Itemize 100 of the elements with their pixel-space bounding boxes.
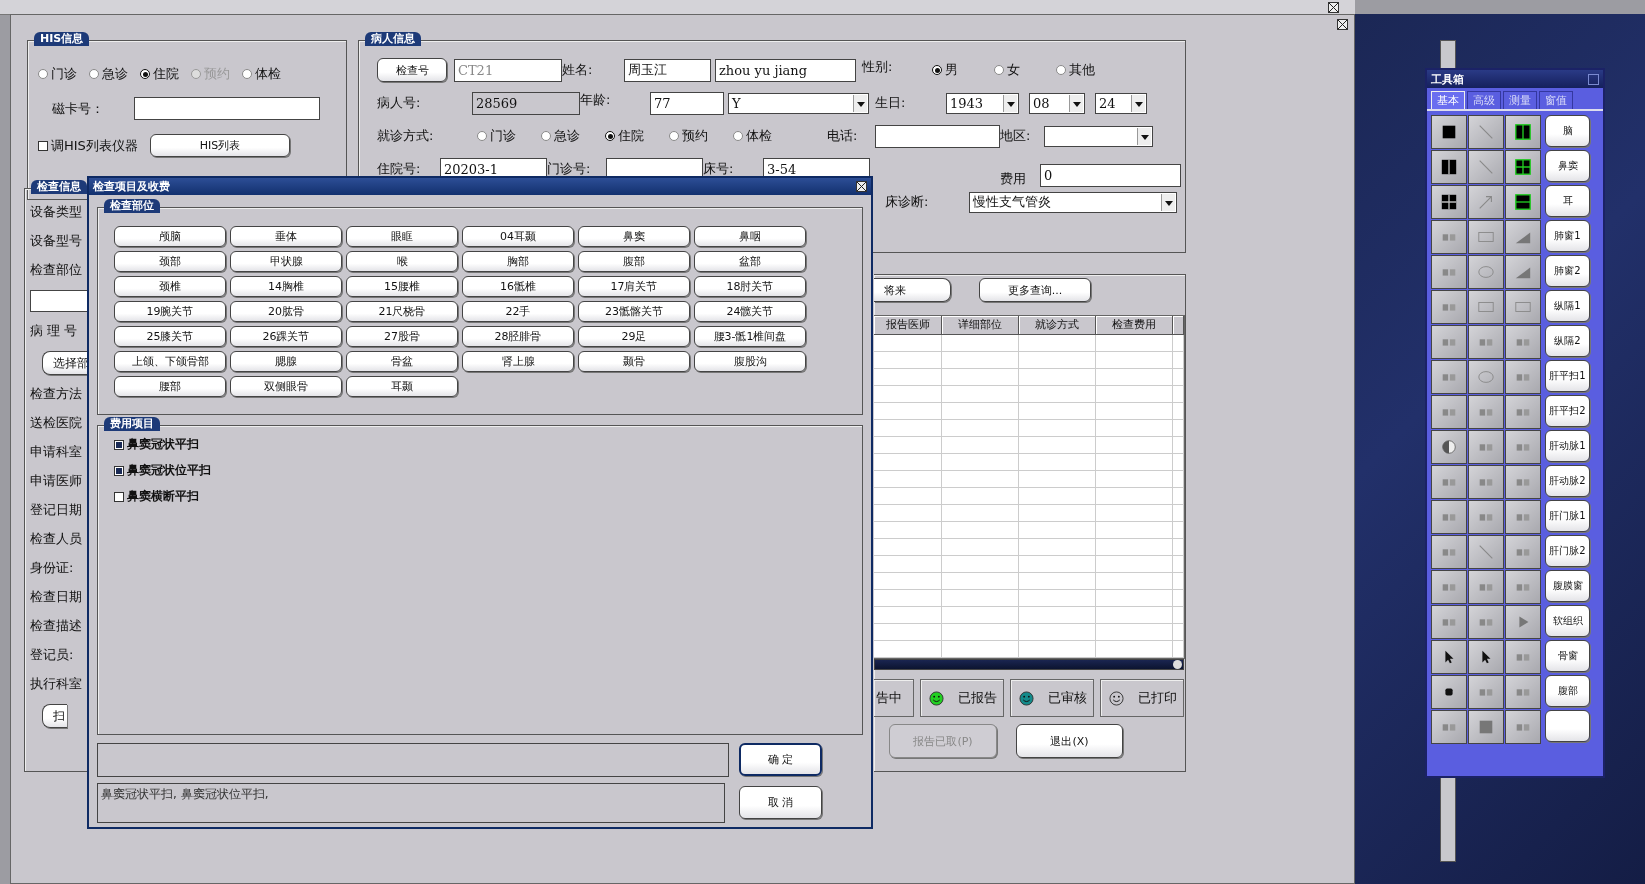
body-part-button[interactable]: 腹股沟 <box>694 351 806 372</box>
close-icon[interactable] <box>1337 19 1348 30</box>
tool-button[interactable] <box>1468 325 1504 359</box>
region-dropdown[interactable] <box>1044 125 1153 147</box>
body-part-button[interactable]: 25膝关节 <box>114 326 226 347</box>
body-part-button[interactable]: 27股骨 <box>346 326 458 347</box>
checkbox[interactable] <box>114 491 124 502</box>
body-part-button[interactable]: 眼眶 <box>346 226 458 247</box>
tool-button[interactable] <box>1468 500 1504 534</box>
column-header[interactable]: 详细部位 <box>942 316 1019 334</box>
diagnosis-dropdown[interactable]: 慢性支气管炎 <box>969 191 1177 213</box>
preset-button[interactable]: 肺窗2 <box>1545 255 1590 287</box>
month-dropdown[interactable]: 08 <box>1029 92 1085 114</box>
body-part-button[interactable]: 颞骨 <box>578 351 690 372</box>
body-part-button[interactable]: 23骶髂关节 <box>578 301 690 322</box>
body-part-button[interactable]: 18肘关节 <box>694 276 806 297</box>
tool-button[interactable] <box>1431 710 1467 744</box>
preset-button[interactable]: 软组织 <box>1545 605 1590 637</box>
tool-button[interactable] <box>1468 290 1504 324</box>
exam-number-field[interactable]: CT21 <box>454 58 562 82</box>
age-unit-dropdown[interactable]: Y <box>728 92 869 114</box>
body-part-button[interactable]: 耳颞 <box>346 376 458 397</box>
body-part-button[interactable]: 腰部 <box>114 376 226 397</box>
tool-button[interactable] <box>1431 360 1467 394</box>
column-header[interactable]: 报告医师 <box>874 316 942 334</box>
tool-button[interactable] <box>1505 150 1541 184</box>
preset-button[interactable]: 腹膜窗 <box>1545 570 1590 602</box>
tool-button[interactable] <box>1468 220 1504 254</box>
status-button[interactable]: 已报告 <box>920 679 1004 717</box>
column-header[interactable]: 就诊方式 <box>1019 316 1096 334</box>
tool-button[interactable] <box>1468 360 1504 394</box>
body-part-button[interactable]: 14胸椎 <box>230 276 342 297</box>
radio-button[interactable] <box>242 69 252 79</box>
tool-button[interactable] <box>1468 675 1504 709</box>
preset-button[interactable]: 鼻窦 <box>1545 150 1590 182</box>
preset-button[interactable]: 纵隔1 <box>1545 290 1590 322</box>
radio-button[interactable] <box>477 131 487 141</box>
body-part-button[interactable]: 28胫腓骨 <box>462 326 574 347</box>
body-part-button[interactable]: 24髋关节 <box>694 301 806 322</box>
body-part-button[interactable]: 16骶椎 <box>462 276 574 297</box>
preset-button[interactable]: 纵隔2 <box>1545 325 1590 357</box>
tool-button[interactable] <box>1505 675 1541 709</box>
toolbox-tab[interactable]: 基本 <box>1431 91 1465 109</box>
tool-button[interactable] <box>1431 605 1467 639</box>
body-part-button[interactable]: 鼻咽 <box>694 226 806 247</box>
tool-button[interactable] <box>1505 500 1541 534</box>
body-part-button[interactable]: 鼻窦 <box>578 226 690 247</box>
body-part-button[interactable]: 垂体 <box>230 226 342 247</box>
radio-button[interactable] <box>733 131 743 141</box>
tool-button[interactable] <box>1431 220 1467 254</box>
action-button[interactable]: 扫 <box>42 704 67 728</box>
preset-button[interactable]: 脑 <box>1545 115 1590 147</box>
tool-button[interactable] <box>1431 675 1467 709</box>
tool-button[interactable] <box>1505 605 1541 639</box>
body-part-button[interactable]: 20肱骨 <box>230 301 342 322</box>
close-icon[interactable] <box>1328 2 1339 13</box>
body-part-button[interactable]: 盆部 <box>694 251 806 272</box>
toolbox-tab[interactable]: 窗值 <box>1539 91 1573 109</box>
checkbox[interactable] <box>114 439 124 450</box>
preset-button[interactable] <box>1545 710 1590 742</box>
tool-button[interactable] <box>1468 710 1504 744</box>
tool-button[interactable] <box>1505 430 1541 464</box>
body-part-button[interactable]: 29足 <box>578 326 690 347</box>
body-part-button[interactable]: 胸部 <box>462 251 574 272</box>
tool-button[interactable] <box>1468 115 1504 149</box>
tool-button[interactable] <box>1505 395 1541 429</box>
body-part-button[interactable]: 颈部 <box>114 251 226 272</box>
body-part-button[interactable]: 26踝关节 <box>230 326 342 347</box>
status-button[interactable]: 告中 <box>874 679 914 717</box>
preset-button[interactable]: 腹部 <box>1545 675 1590 707</box>
tool-button[interactable] <box>1505 640 1541 674</box>
day-dropdown[interactable]: 24 <box>1095 92 1147 114</box>
tool-button[interactable] <box>1431 570 1467 604</box>
radio-button[interactable] <box>541 131 551 141</box>
preset-button[interactable]: 肝门脉2 <box>1545 535 1590 567</box>
body-part-button[interactable]: 颅脑 <box>114 226 226 247</box>
exit-button[interactable]: 退出(X) <box>1016 724 1123 758</box>
radio-button[interactable] <box>140 69 150 79</box>
tool-button[interactable] <box>1431 465 1467 499</box>
ok-button[interactable]: 确 定 <box>739 743 822 776</box>
body-part-button[interactable]: 17肩关节 <box>578 276 690 297</box>
tool-button[interactable] <box>1505 535 1541 569</box>
summary-text-area[interactable]: 鼻窦冠状平扫, 鼻窦冠状位平扫, <box>97 783 725 823</box>
radio-button[interactable] <box>994 65 1004 75</box>
close-icon[interactable] <box>856 181 867 192</box>
patient-number-field[interactable]: 28569 <box>472 91 580 115</box>
preset-button[interactable]: 骨窗 <box>1545 640 1590 672</box>
tool-button[interactable] <box>1468 465 1504 499</box>
body-part-button[interactable]: 腹部 <box>578 251 690 272</box>
status-button[interactable]: 已打印 <box>1100 679 1184 717</box>
preset-button[interactable]: 肺窗1 <box>1545 220 1590 252</box>
fee-field[interactable]: 0 <box>1040 163 1181 187</box>
tool-button[interactable] <box>1468 150 1504 184</box>
tool-button[interactable] <box>1468 185 1504 219</box>
body-part-button[interactable]: 15腰椎 <box>346 276 458 297</box>
query-button[interactable]: 将来 <box>874 278 951 302</box>
radio-button[interactable] <box>605 131 615 141</box>
tool-button[interactable] <box>1431 640 1467 674</box>
tool-button[interactable] <box>1505 255 1541 289</box>
scroll-right-icon[interactable] <box>1173 660 1182 669</box>
